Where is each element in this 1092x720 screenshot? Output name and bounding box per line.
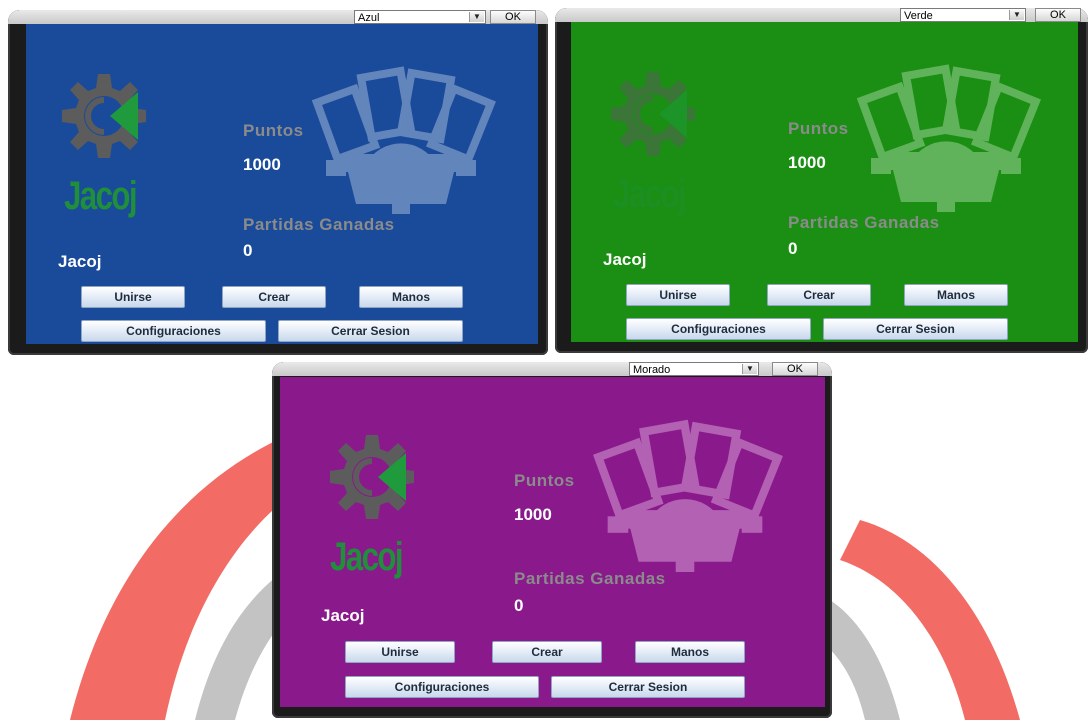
configuraciones-button[interactable]: Configuraciones bbox=[345, 676, 539, 698]
puntos-value: 1000 bbox=[243, 155, 281, 174]
puntos-label: Puntos bbox=[514, 471, 575, 490]
cerrar-sesion-button[interactable]: Cerrar Sesion bbox=[551, 676, 745, 698]
window-verde: Verde ▼ OK Jacoj Puntos 1000 Partidas Ga… bbox=[555, 8, 1088, 353]
username-label: Jacoj bbox=[603, 250, 647, 269]
partidas-value: 0 bbox=[243, 241, 253, 260]
manos-button[interactable]: Manos bbox=[359, 286, 463, 308]
chevron-down-icon: ▼ bbox=[1009, 10, 1024, 20]
configuraciones-button[interactable]: Configuraciones bbox=[81, 320, 266, 342]
cerrar-sesion-button[interactable]: Cerrar Sesion bbox=[278, 320, 463, 342]
puntos-value: 1000 bbox=[788, 153, 826, 172]
partidas-label: Partidas Ganadas bbox=[243, 215, 395, 234]
username-label: Jacoj bbox=[321, 606, 365, 625]
partidas-value: 0 bbox=[514, 596, 524, 615]
theme-select[interactable]: Azul ▼ bbox=[354, 10, 486, 24]
theme-select-value: Verde bbox=[904, 10, 933, 22]
unirse-button[interactable]: Unirse bbox=[626, 284, 730, 306]
partidas-label: Partidas Ganadas bbox=[514, 569, 666, 588]
logo-word: Jacoj bbox=[64, 174, 138, 218]
theme-select[interactable]: Morado ▼ bbox=[629, 362, 759, 376]
chevron-down-icon: ▼ bbox=[469, 12, 484, 22]
cards-gear-icon bbox=[593, 419, 783, 572]
theme-select-value: Morado bbox=[633, 364, 671, 376]
ok-button[interactable]: OK bbox=[1035, 8, 1081, 22]
window-azul: Azul ▼ OK Jacoj Puntos 1000 Partidas Gan… bbox=[8, 10, 548, 355]
manos-button[interactable]: Manos bbox=[635, 641, 745, 663]
unirse-button[interactable]: Unirse bbox=[345, 641, 455, 663]
ok-button[interactable]: OK bbox=[490, 10, 536, 24]
unirse-button[interactable]: Unirse bbox=[81, 286, 185, 308]
puntos-label: Puntos bbox=[243, 121, 304, 140]
manos-button[interactable]: Manos bbox=[904, 284, 1008, 306]
username-label: Jacoj bbox=[58, 252, 102, 271]
cards-gear-icon bbox=[311, 66, 496, 214]
configuraciones-button[interactable]: Configuraciones bbox=[626, 318, 811, 340]
puntos-label: Puntos bbox=[788, 119, 849, 138]
ok-button[interactable]: OK bbox=[772, 362, 818, 376]
logo-word: Jacoj bbox=[330, 535, 404, 579]
main-panel: Jacoj Puntos 1000 Partidas Ganadas 0 Jac… bbox=[571, 22, 1078, 342]
crear-button[interactable]: Crear bbox=[222, 286, 326, 308]
main-panel: Jacoj Puntos 1000 Partidas Ganadas 0 Jac… bbox=[280, 377, 825, 707]
window-morado: Morado ▼ OK Jacoj Puntos 1000 Partidas G… bbox=[272, 362, 832, 718]
main-panel: Jacoj Puntos 1000 Partidas Ganadas 0 Jac… bbox=[26, 24, 538, 344]
chevron-down-icon: ▼ bbox=[742, 364, 757, 374]
cards-gear-icon bbox=[856, 64, 1041, 212]
partidas-label: Partidas Ganadas bbox=[788, 213, 940, 232]
crear-button[interactable]: Crear bbox=[767, 284, 871, 306]
puntos-value: 1000 bbox=[514, 505, 552, 524]
cerrar-sesion-button[interactable]: Cerrar Sesion bbox=[823, 318, 1008, 340]
theme-select-value: Azul bbox=[358, 12, 380, 24]
theme-select[interactable]: Verde ▼ bbox=[900, 8, 1026, 22]
logo-word: Jacoj bbox=[613, 172, 687, 216]
crear-button[interactable]: Crear bbox=[492, 641, 602, 663]
partidas-value: 0 bbox=[788, 239, 798, 258]
